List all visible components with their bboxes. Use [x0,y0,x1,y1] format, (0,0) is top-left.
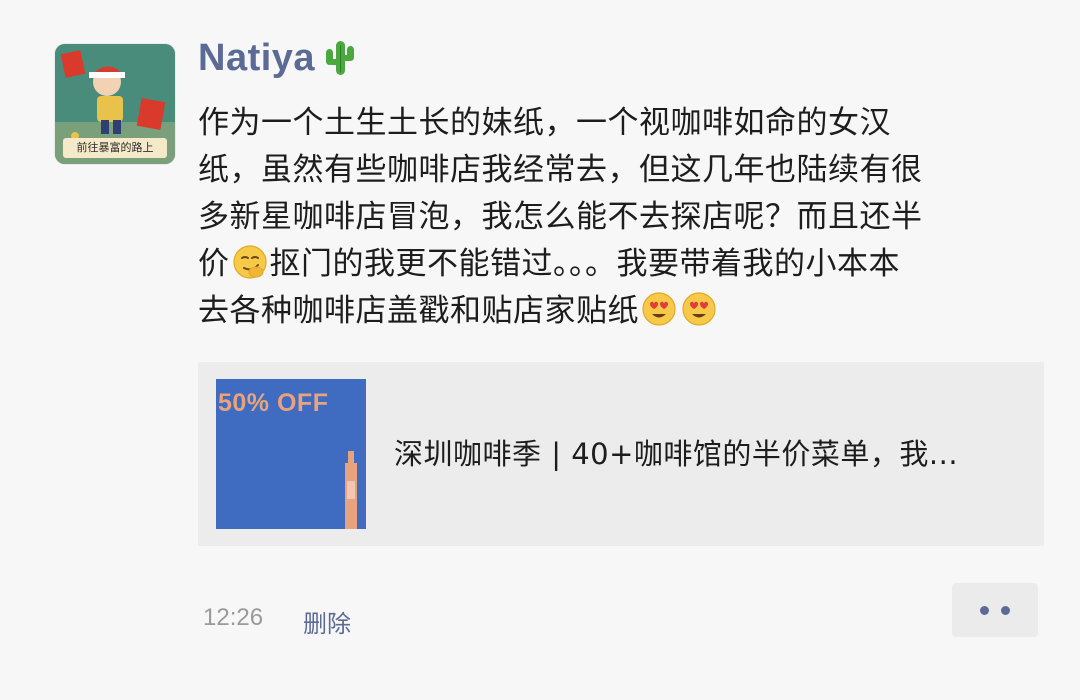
heart-eyes-face-icon [642,292,676,326]
content-line: 纸，虽然有些咖啡店我经常去，但这几年也陆续有很 [198,152,923,188]
content-line: 作为一个土生土长的妹纸，一个视咖啡如命的女汉 [198,105,891,141]
shared-link-card[interactable]: 50% OFF 深圳咖啡季 | 40+咖啡馆的半价菜单，我... [198,362,1044,546]
cactus-icon [326,41,355,75]
content-text: 价 [198,246,230,282]
content-line: 多新星咖啡店冒泡，我怎么能不去探店呢？而且还半 [198,199,923,235]
content-line: 价 抠门的我更不能错过。。。我要带着我的小本本 [198,241,1038,288]
post-time: 12:26 [203,604,264,631]
delete-button[interactable]: 删除 [303,604,351,639]
post-content: 作为一个土生土长的妹纸，一个视咖啡如命的女汉 纸，虽然有些咖啡店我经常去，但这几… [198,100,1038,335]
link-title: 深圳咖啡季 | 40+咖啡馆的半价菜单，我... [394,437,959,471]
content-text: 抠门的我更不能错过。。。我要带着我的小本本 [269,246,900,282]
moments-post: 前往暴富的路上 Natiya 作为一个土生土长的妹纸，一个视咖啡如命的女汉 纸，… [0,0,1080,700]
content-line: 去各种咖啡店盖戳和贴店家贴纸 [198,288,1038,335]
more-options-button[interactable] [952,583,1038,637]
avatar-caption: 前往暴富的路上 [63,138,167,158]
thumbnail-text: 50% OFF [218,389,329,417]
avatar[interactable]: 前往暴富的路上 [55,44,175,164]
more-dots-icon [980,605,989,615]
heart-eyes-face-icon [682,292,716,326]
nickname-text: Natiya [198,36,316,79]
link-thumbnail: 50% OFF [216,379,366,529]
smirk-face-icon [232,245,267,279]
bottle-icon [345,451,357,529]
more-dots-icon [1001,605,1010,615]
content-text: 去各种咖啡店盖戳和贴店家贴纸 [198,293,639,329]
nickname[interactable]: Natiya [198,34,357,82]
